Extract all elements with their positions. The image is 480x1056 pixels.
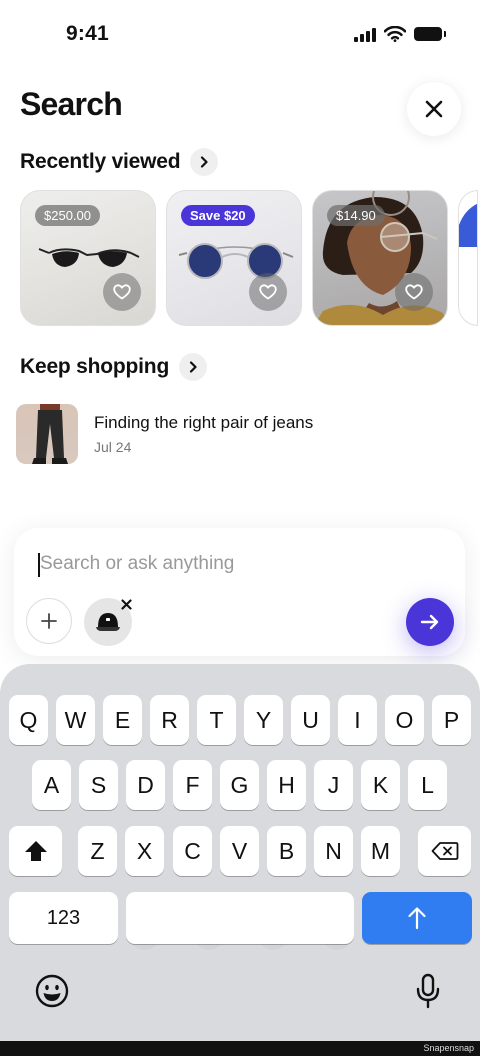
cap-icon xyxy=(96,613,120,631)
key-a[interactable]: A xyxy=(32,760,71,810)
heart-icon xyxy=(113,284,131,300)
return-key[interactable] xyxy=(362,892,472,944)
key-y[interactable]: Y xyxy=(244,695,283,745)
shift-key[interactable] xyxy=(9,826,62,876)
arrow-right-icon xyxy=(420,614,439,630)
keep-shopping-date: Jul 24 xyxy=(94,439,132,455)
jeans-thumbnail xyxy=(16,404,78,464)
key-w[interactable]: W xyxy=(56,695,95,745)
key-e[interactable]: E xyxy=(103,695,142,745)
bottom-bar xyxy=(0,1041,480,1056)
send-button[interactable] xyxy=(406,598,454,646)
close-icon xyxy=(120,598,132,610)
key-d[interactable]: D xyxy=(126,760,165,810)
status-time: 9:41 xyxy=(66,22,109,45)
recently-viewed-header[interactable]: Recently viewed xyxy=(20,148,219,176)
recently-viewed-carousel[interactable]: $250.00 Save $20 $14.90 xyxy=(20,190,478,326)
search-input[interactable] xyxy=(40,548,420,580)
price-badge: $14.90 xyxy=(327,205,385,226)
key-q[interactable]: Q xyxy=(9,695,48,745)
numbers-key[interactable]: 123 xyxy=(9,892,118,944)
key-o[interactable]: O xyxy=(385,695,424,745)
partial-product-image xyxy=(459,203,477,247)
key-s[interactable]: S xyxy=(79,760,118,810)
key-h[interactable]: H xyxy=(267,760,306,810)
battery-icon xyxy=(414,27,446,41)
backspace-icon xyxy=(431,842,458,860)
delete-key[interactable] xyxy=(418,826,471,876)
key-c[interactable]: C xyxy=(173,826,212,876)
plus-icon xyxy=(41,613,57,629)
favorite-button[interactable] xyxy=(395,273,433,311)
chevron-right-icon xyxy=(190,148,219,176)
keep-shopping-header[interactable]: Keep shopping xyxy=(20,353,208,381)
cellular-signal-icon xyxy=(354,27,376,42)
add-attachment-button[interactable] xyxy=(26,598,72,644)
chevron-right-icon xyxy=(179,353,208,381)
key-m[interactable]: M xyxy=(361,826,400,876)
price-badge: $250.00 xyxy=(35,205,100,226)
keyboard: Q W E R T Y U I O P A S D F G H J K L Z … xyxy=(0,664,480,1042)
key-z[interactable]: Z xyxy=(78,826,117,876)
key-p[interactable]: P xyxy=(432,695,471,745)
key-x[interactable]: X xyxy=(125,826,164,876)
wifi-icon xyxy=(384,26,406,42)
key-t[interactable]: T xyxy=(197,695,236,745)
key-i[interactable]: I xyxy=(338,695,377,745)
search-screen: 9:41 Search Recently viewed $250.00 Save… xyxy=(0,0,480,1056)
product-card[interactable]: $14.90 xyxy=(312,190,448,326)
key-n[interactable]: N xyxy=(314,826,353,876)
keep-shopping-label: Keep shopping xyxy=(20,355,170,378)
shift-icon xyxy=(24,841,47,861)
watermark: Snapensnap xyxy=(423,1043,474,1053)
search-panel xyxy=(14,528,465,656)
product-card[interactable] xyxy=(458,190,478,326)
close-icon xyxy=(425,100,443,118)
key-u[interactable]: U xyxy=(291,695,330,745)
arrow-up-icon xyxy=(408,907,426,930)
key-b[interactable]: B xyxy=(267,826,306,876)
close-button[interactable] xyxy=(407,82,461,136)
product-card[interactable]: $250.00 xyxy=(20,190,156,326)
microphone-icon xyxy=(416,973,440,1009)
save-badge: Save $20 xyxy=(181,205,255,226)
favorite-button[interactable] xyxy=(249,273,287,311)
heart-icon xyxy=(259,284,277,300)
key-r[interactable]: R xyxy=(150,695,189,745)
emoji-button[interactable] xyxy=(34,973,70,1009)
status-icons xyxy=(354,26,446,42)
recently-viewed-label: Recently viewed xyxy=(20,150,181,173)
page-title: Search xyxy=(20,86,123,122)
keep-shopping-item[interactable]: Finding the right pair of jeans Jul 24 xyxy=(16,404,313,464)
key-v[interactable]: V xyxy=(220,826,259,876)
key-g[interactable]: G xyxy=(220,760,259,810)
dictation-button[interactable] xyxy=(412,971,444,1011)
emoji-icon xyxy=(35,974,69,1008)
key-k[interactable]: K xyxy=(361,760,400,810)
product-card[interactable]: Save $20 xyxy=(166,190,302,326)
remove-attachment-button[interactable] xyxy=(117,595,135,613)
key-f[interactable]: F xyxy=(173,760,212,810)
space-key[interactable] xyxy=(126,892,354,944)
favorite-button[interactable] xyxy=(103,273,141,311)
keep-shopping-title: Finding the right pair of jeans xyxy=(94,413,314,432)
key-l[interactable]: L xyxy=(408,760,447,810)
key-j[interactable]: J xyxy=(314,760,353,810)
heart-icon xyxy=(405,284,423,300)
